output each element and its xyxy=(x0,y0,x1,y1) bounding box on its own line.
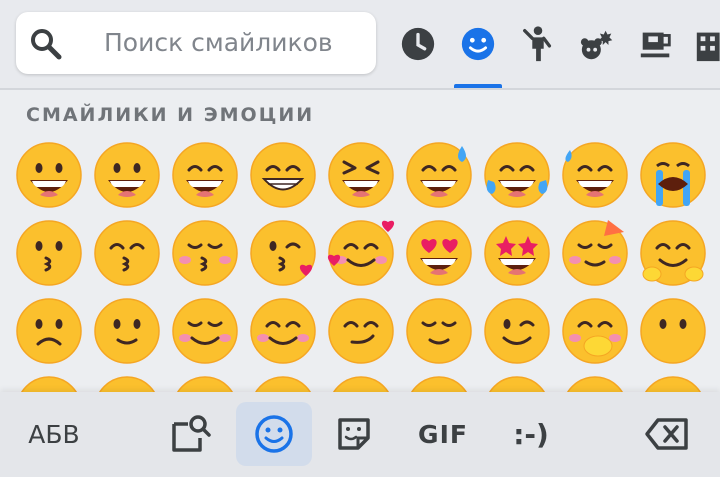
emoji-relieved[interactable] xyxy=(404,296,474,366)
person-icon xyxy=(523,26,552,62)
emoji-kissing-closed-eyes[interactable] xyxy=(170,218,240,288)
emoji-kissing-smiling-eyes[interactable] xyxy=(92,218,162,288)
emoji-neutral-dots[interactable] xyxy=(638,296,708,366)
emoji-kissing[interactable] xyxy=(14,218,84,288)
sticker-button[interactable] xyxy=(324,404,384,464)
emoji-beaming[interactable] xyxy=(248,140,318,210)
emoji-header: Поиск смайликов xyxy=(0,0,720,88)
emoji-loudly-crying[interactable] xyxy=(638,140,708,210)
section-title: СМАЙЛИКИ И ЭМОЦИИ xyxy=(26,104,315,126)
emoji-face-blowing-kiss[interactable] xyxy=(248,218,318,288)
sticker-icon xyxy=(338,418,370,450)
emoji-hugging[interactable] xyxy=(638,218,708,288)
emoji-smiling-blush[interactable] xyxy=(170,296,240,366)
bear-icon xyxy=(580,30,613,60)
emoji-heart-eyes[interactable] xyxy=(404,218,474,288)
header-divider xyxy=(0,88,720,90)
emoji-upside-down[interactable] xyxy=(14,296,84,366)
backspace-button[interactable] xyxy=(636,404,700,464)
smiley-icon xyxy=(461,27,495,61)
emoji-star-struck[interactable] xyxy=(482,218,552,288)
search-box[interactable]: Поиск смайликов xyxy=(16,12,376,74)
emoji-button[interactable] xyxy=(244,404,304,464)
keyboard-bottom-bar: АБВ GIF :-) xyxy=(0,392,720,477)
abc-button[interactable]: АБВ xyxy=(14,404,94,464)
tab-travel[interactable] xyxy=(692,22,720,66)
tab-people[interactable] xyxy=(518,22,558,66)
emoji-joy[interactable] xyxy=(482,140,552,210)
search-icon xyxy=(28,26,64,62)
sticker-search-icon xyxy=(172,415,211,452)
emoji-sweat-smile[interactable] xyxy=(404,140,474,210)
emoji-grinning-smiling-eyes[interactable] xyxy=(170,140,240,210)
emoji-rofl[interactable] xyxy=(560,140,630,210)
emoji-smirk[interactable] xyxy=(326,296,396,366)
emoji-hand-over-mouth[interactable] xyxy=(560,296,630,366)
building-icon xyxy=(696,32,720,62)
emoji-grinning-big-eyes[interactable] xyxy=(92,140,162,210)
cup-icon xyxy=(640,32,671,58)
clock-icon xyxy=(401,27,435,61)
emoticon-button[interactable]: :-) xyxy=(494,404,568,464)
emoji-relieved-smile[interactable] xyxy=(248,296,318,366)
emoji-winking[interactable] xyxy=(482,296,552,366)
emoji-grinning[interactable] xyxy=(14,140,84,210)
emoji-smiling-hearts[interactable] xyxy=(326,218,396,288)
gif-button[interactable]: GIF xyxy=(408,404,478,464)
search-placeholder: Поиск смайликов xyxy=(104,28,333,57)
tab-smileys[interactable] xyxy=(458,22,498,66)
emoji-icon xyxy=(255,415,293,453)
emoji-slightly-smiling[interactable] xyxy=(92,296,162,366)
tab-food[interactable] xyxy=(636,22,676,66)
emoji-squinting[interactable] xyxy=(326,140,396,210)
backspace-icon xyxy=(645,418,688,450)
tab-recent[interactable] xyxy=(398,22,438,66)
emoji-partying[interactable] xyxy=(560,218,630,288)
sticker-search-button[interactable] xyxy=(160,404,220,464)
tab-animals[interactable] xyxy=(578,22,618,66)
